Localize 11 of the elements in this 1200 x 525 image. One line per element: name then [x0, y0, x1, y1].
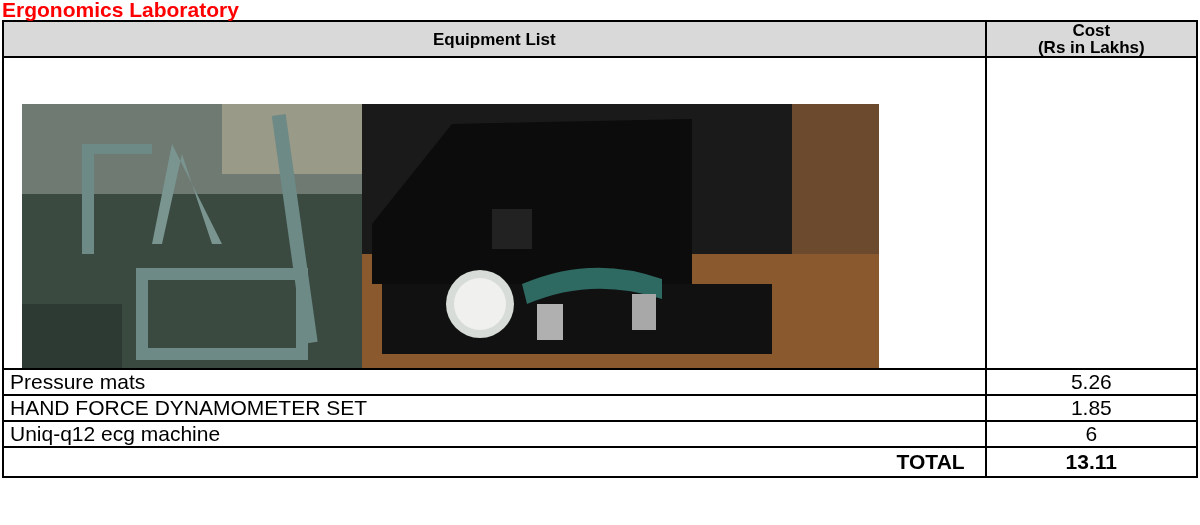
- column-header: Equipment List: [3, 21, 986, 57]
- total-value: 13.11: [1065, 450, 1117, 473]
- cost-value: 5.26: [1070, 370, 1112, 393]
- page-title: Ergonomics Laboratory: [1, 0, 240, 20]
- total-label: TOTAL: [896, 450, 965, 473]
- equipment-name: HAND FORCE DYNAMOMETER SET: [10, 396, 368, 419]
- cost-value: 6: [1085, 422, 1098, 445]
- equipment-name: Uniq-q12 ecg machine: [10, 422, 221, 445]
- cost-value: 1.85: [1070, 396, 1112, 419]
- equipment-name: Pressure mats: [10, 370, 146, 393]
- column-header: Cost (Rs in Lakhs): [985, 21, 1197, 57]
